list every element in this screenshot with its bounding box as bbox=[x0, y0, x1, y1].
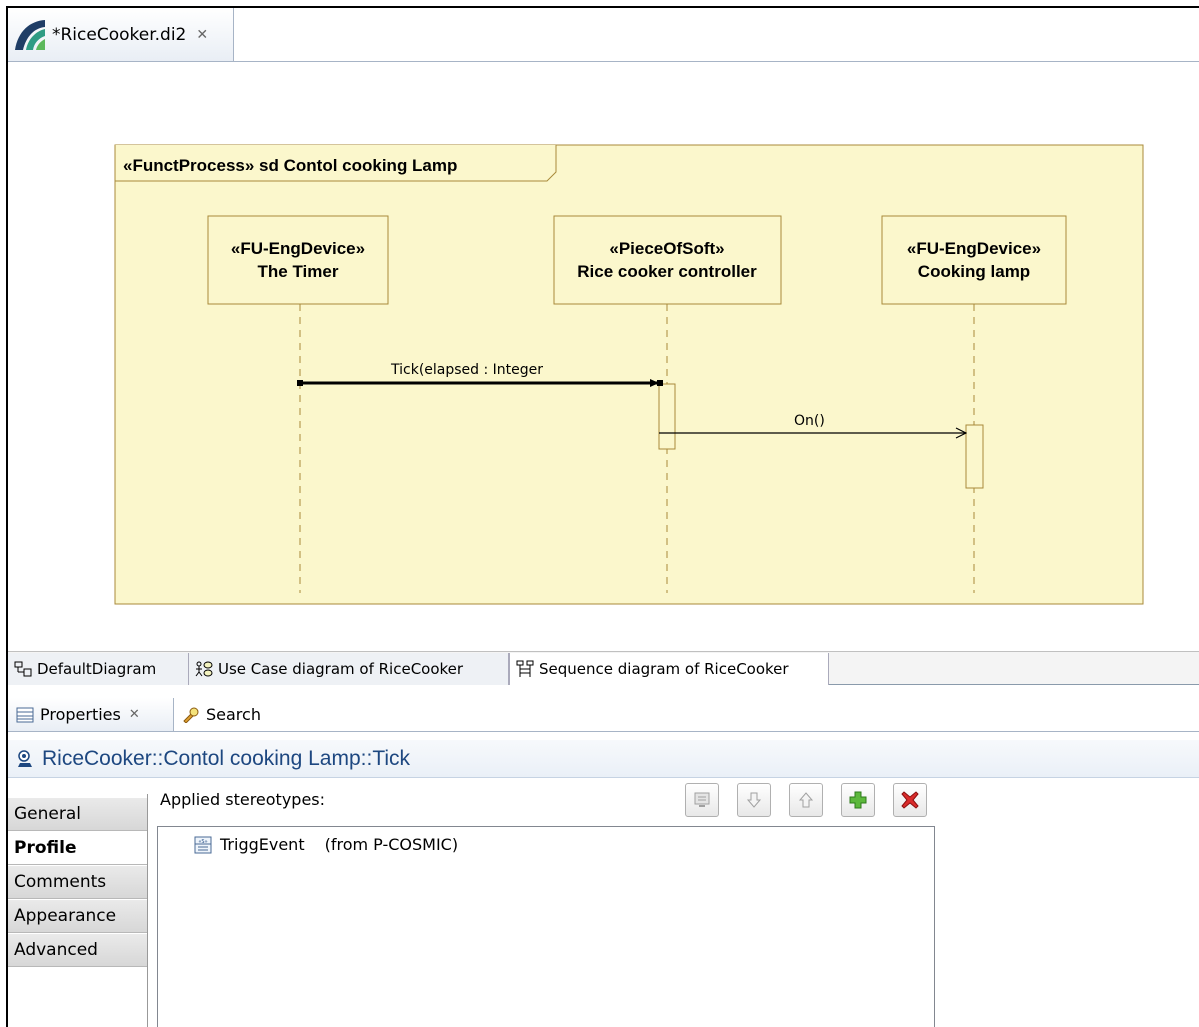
editor-tab-ricecooker[interactable]: *RiceCooker.di2 ✕ bbox=[8, 8, 234, 61]
tab-default-diagram[interactable]: DefaultDiagram bbox=[8, 653, 189, 685]
lifeline-stereotype: «PieceOfSoft» bbox=[609, 239, 724, 258]
lifeline-head-cooking-lamp[interactable] bbox=[881, 215, 1067, 305]
move-down-button[interactable] bbox=[737, 783, 771, 817]
tab-label: Search bbox=[206, 705, 261, 724]
diagram-tab-bar: DefaultDiagram Use Case diagram of RiceC… bbox=[8, 651, 1199, 685]
applied-stereotypes-label: Applied stereotypes: bbox=[160, 790, 326, 809]
selection-handle[interactable] bbox=[657, 380, 663, 386]
diagram-canvas[interactable]: «FunctProcess» sd Contol cooking Lamp «F… bbox=[8, 63, 1199, 650]
tab-label: Properties bbox=[40, 705, 121, 724]
add-icon bbox=[849, 791, 867, 809]
trigger-icon bbox=[18, 749, 32, 767]
stereotype-name: TriggEvent bbox=[220, 835, 305, 854]
properties-icon bbox=[16, 707, 34, 722]
side-tab-label: Profile bbox=[14, 838, 77, 858]
interaction-frame[interactable] bbox=[114, 144, 1144, 605]
side-tab-profile[interactable]: Profile bbox=[8, 832, 147, 865]
properties-tab-bar: Properties ✕ Search bbox=[8, 697, 1199, 732]
lifeline-head-controller[interactable] bbox=[553, 215, 782, 305]
sequence-diagram-icon bbox=[516, 660, 534, 677]
lifeline-name: The Timer bbox=[258, 262, 339, 281]
add-stereotype-button[interactable] bbox=[841, 783, 875, 817]
lifeline-name: Cooking lamp bbox=[918, 262, 1030, 281]
use-case-diagram-icon bbox=[195, 661, 213, 677]
close-icon[interactable]: ✕ bbox=[196, 27, 208, 43]
side-tab-label: General bbox=[14, 804, 81, 824]
frame-label: «FunctProcess» sd Contol cooking Lamp bbox=[123, 156, 457, 175]
editor-tab-title: *RiceCooker.di2 bbox=[52, 24, 187, 45]
tab-search[interactable]: Search bbox=[174, 698, 274, 731]
properties-side-tabs: General Profile Comments Appearance Adva… bbox=[8, 794, 148, 1027]
properties-header: RiceCooker::Contol cooking Lamp::Tick bbox=[8, 740, 1199, 778]
lifeline-stereotype: «FU-EngDevice» bbox=[907, 239, 1041, 258]
tab-label: DefaultDiagram bbox=[37, 660, 157, 678]
side-tab-general[interactable]: General bbox=[8, 798, 147, 831]
move-down-icon bbox=[746, 792, 762, 808]
message-label: Tick(elapsed : Integer bbox=[390, 362, 543, 378]
side-tab-advanced[interactable]: Advanced bbox=[8, 934, 147, 967]
sequence-diagram: «FunctProcess» sd Contol cooking Lamp «F… bbox=[114, 144, 1144, 605]
tab-label: Sequence diagram of RiceCooker bbox=[539, 660, 789, 678]
tab-use-case-diagram[interactable]: Use Case diagram of RiceCooker bbox=[189, 653, 509, 685]
move-up-icon bbox=[798, 792, 814, 808]
tab-properties[interactable]: Properties ✕ bbox=[8, 698, 174, 731]
delete-icon bbox=[901, 791, 919, 809]
remove-stereotype-button[interactable] bbox=[893, 783, 927, 817]
class-diagram-icon bbox=[14, 661, 32, 677]
close-icon[interactable]: ✕ bbox=[129, 707, 140, 722]
edit-icon bbox=[694, 792, 710, 807]
move-up-button[interactable] bbox=[789, 783, 823, 817]
tab-label: Use Case diagram of RiceCooker bbox=[218, 660, 464, 678]
stereotype-icon: «S» bbox=[194, 836, 212, 853]
side-tab-label: Comments bbox=[14, 872, 107, 892]
side-tab-label: Advanced bbox=[14, 940, 98, 960]
properties-title: RiceCooker::Contol cooking Lamp::Tick bbox=[42, 746, 411, 770]
activation-bar-cooking-lamp[interactable] bbox=[965, 424, 984, 489]
applied-stereotypes-list[interactable]: «S» TriggEvent (from P-COSMIC) bbox=[157, 826, 935, 1027]
search-flashlight-icon bbox=[183, 707, 199, 723]
side-tab-comments[interactable]: Comments bbox=[8, 866, 147, 899]
lifeline-head-timer[interactable] bbox=[207, 215, 389, 305]
editor-tab-bar: *RiceCooker.di2 ✕ bbox=[8, 8, 1199, 62]
tab-sequence-diagram[interactable]: Sequence diagram of RiceCooker bbox=[509, 653, 829, 685]
selection-handle[interactable] bbox=[297, 380, 303, 386]
stereotype-source: (from P-COSMIC) bbox=[324, 835, 459, 854]
papyrus-icon bbox=[15, 19, 45, 50]
svg-text:«S»: «S» bbox=[198, 839, 207, 845]
side-tab-appearance[interactable]: Appearance bbox=[8, 900, 147, 933]
activation-bar-controller[interactable] bbox=[658, 383, 676, 450]
edit-stereotype-button[interactable] bbox=[685, 783, 719, 817]
side-tab-label: Appearance bbox=[14, 906, 117, 926]
lifeline-name: Rice cooker controller bbox=[577, 262, 757, 281]
list-item[interactable]: «S» TriggEvent (from P-COSMIC) bbox=[194, 835, 458, 854]
message-label: On() bbox=[794, 413, 825, 429]
lifeline-stereotype: «FU-EngDevice» bbox=[231, 239, 365, 258]
